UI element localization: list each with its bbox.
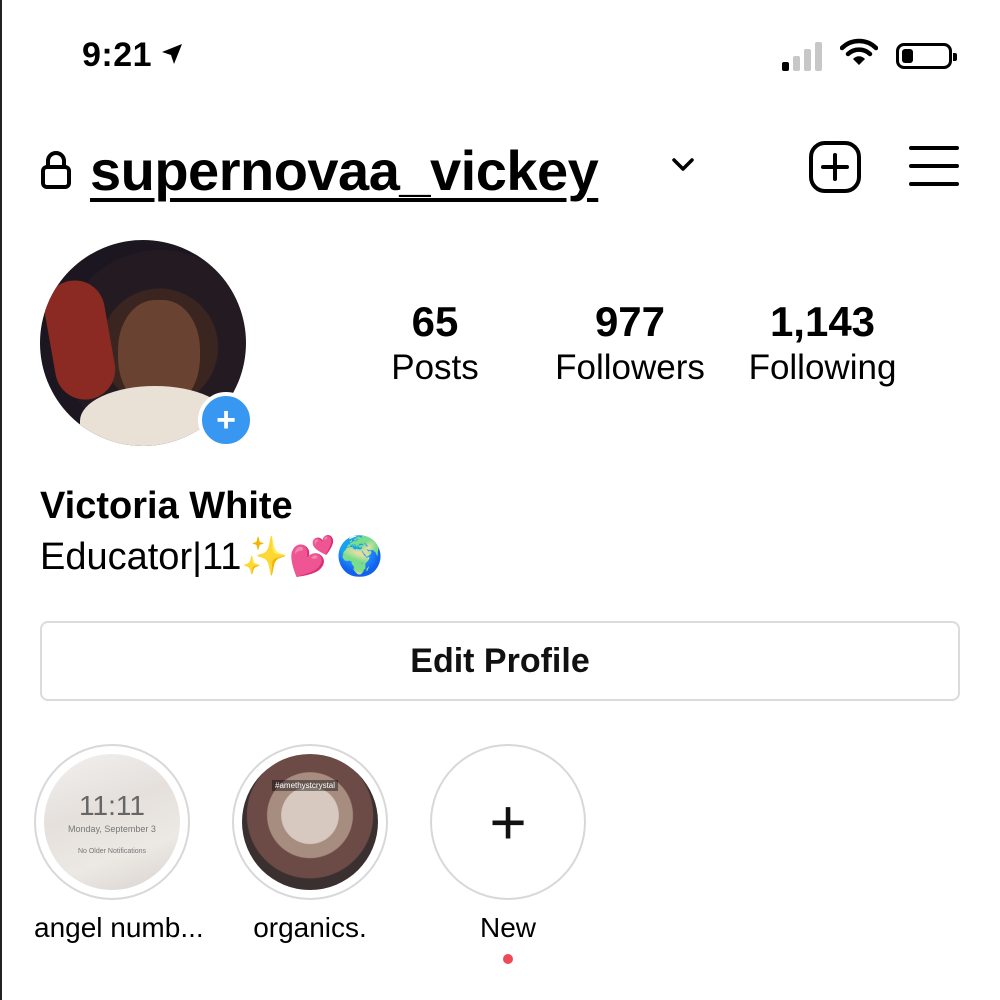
followers-count: 977 xyxy=(594,298,666,345)
new-indicator-dot xyxy=(503,954,513,964)
highlight-angel-numbers[interactable]: 11:11 Monday, September 3 No Older Notif… xyxy=(34,744,204,944)
avatar-background-detail xyxy=(40,275,120,405)
cellular-signal-icon xyxy=(782,41,822,71)
highlight-cover-date: Monday, September 3 xyxy=(68,824,156,834)
battery-level-fill xyxy=(902,48,913,63)
plus-icon: + xyxy=(489,786,527,858)
status-indicators xyxy=(782,38,957,73)
posts-count: 65 xyxy=(411,298,459,345)
posts-stat[interactable]: 65 Posts xyxy=(380,298,490,388)
add-story-button[interactable]: + xyxy=(198,392,254,448)
location-arrow-icon xyxy=(160,36,184,75)
posts-label: Posts xyxy=(391,348,479,387)
full-name: Victoria White xyxy=(40,485,293,527)
profile-picture[interactable]: + xyxy=(40,240,254,448)
highlight-ring: 11:11 Monday, September 3 No Older Notif… xyxy=(34,744,190,900)
highlight-cover: 11:11 Monday, September 3 No Older Notif… xyxy=(44,754,180,890)
username-switcher[interactable]: supernovaa_vickey xyxy=(90,138,599,203)
status-time-text: 9:21 xyxy=(82,36,153,74)
chevron-down-icon[interactable] xyxy=(670,156,696,179)
following-count: 1,143 xyxy=(769,298,876,345)
wifi-icon xyxy=(839,38,879,73)
new-highlight-button[interactable]: + New xyxy=(430,744,586,964)
highlight-label: New xyxy=(479,912,536,943)
highlight-label: angel numb... xyxy=(34,912,204,943)
highlight-cover: #amethystcrystal xyxy=(242,754,378,890)
battery-nub xyxy=(953,52,957,61)
plus-square-icon xyxy=(809,141,861,193)
highlight-cover-time: 11:11 xyxy=(79,790,145,821)
menu-button[interactable] xyxy=(908,144,960,193)
screen-edge xyxy=(0,0,2,1000)
followers-stat[interactable]: 977 Followers xyxy=(540,298,720,388)
profile-header: supernovaa_vickey xyxy=(40,138,960,208)
highlight-cover-note: No Older Notifications xyxy=(77,848,147,855)
highlight-organics[interactable]: #amethystcrystal organics. xyxy=(232,744,388,944)
highlight-ring: #amethystcrystal xyxy=(232,744,388,900)
bio-text: Educator|11✨💕🌍 xyxy=(40,536,384,578)
highlight-cover-tag: #amethystcrystal xyxy=(272,780,339,791)
followers-label: Followers xyxy=(555,348,705,387)
status-time: 9:21 xyxy=(82,36,184,75)
lock-icon xyxy=(40,150,72,195)
hamburger-menu-icon xyxy=(909,146,959,186)
battery-icon xyxy=(896,42,957,69)
highlight-ring: + xyxy=(430,744,586,900)
new-post-button[interactable] xyxy=(808,140,862,199)
following-stat[interactable]: 1,143 Following xyxy=(735,298,910,388)
following-label: Following xyxy=(748,348,897,387)
highlight-label: organics. xyxy=(253,912,367,943)
edit-profile-button[interactable]: Edit Profile xyxy=(40,621,960,701)
